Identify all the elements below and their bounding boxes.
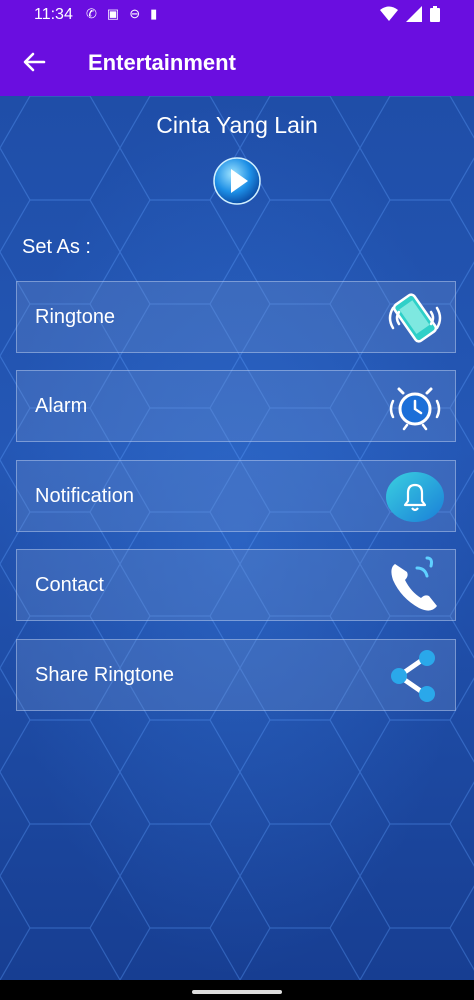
bell-icon: [386, 472, 444, 522]
play-button[interactable]: [212, 156, 262, 206]
app-bar: Entertainment: [0, 30, 474, 96]
phone-call-icon: [391, 556, 437, 611]
share-icon: [391, 650, 435, 702]
navigation-bar: [0, 980, 474, 1000]
battery-icon: [430, 6, 440, 22]
status-time: 11:34: [34, 6, 73, 23]
option-label: Ringtone: [35, 306, 116, 328]
option-label: Notification: [35, 485, 134, 507]
sync-icon: ⊖: [129, 6, 141, 21]
sd-card-icon: ▮: [150, 6, 158, 21]
alarm-clock-icon: [389, 387, 441, 431]
wifi-icon: [380, 6, 398, 21]
set-as-label: Set As :: [22, 236, 91, 258]
vibrating-phone-icon: [388, 293, 442, 343]
main-content: Cinta Yang Lain Set As : Ringtone Alarm: [0, 96, 474, 980]
option-label: Contact: [35, 574, 104, 596]
contact-option[interactable]: Contact: [16, 549, 456, 621]
status-bar: 11:34 ✆ ▣ ⊖ ▮: [0, 0, 474, 30]
app-notification-icon: ▣: [106, 6, 120, 21]
signal-icon: [406, 6, 422, 22]
alarm-option[interactable]: Alarm: [16, 370, 456, 442]
option-label: Share Ringtone: [35, 664, 174, 686]
notification-option[interactable]: Notification: [16, 460, 456, 532]
missed-call-icon: ✆: [86, 6, 97, 21]
home-gesture-handle[interactable]: [192, 990, 282, 994]
back-arrow-icon[interactable]: [18, 46, 50, 78]
option-label: Alarm: [35, 395, 88, 417]
share-ringtone-option[interactable]: Share Ringtone: [16, 639, 456, 711]
status-notification-icons: ✆ ▣ ⊖ ▮: [86, 6, 157, 22]
ringtone-option[interactable]: Ringtone: [16, 281, 456, 353]
page-title: Entertainment: [88, 50, 236, 75]
song-title: Cinta Yang Lain: [156, 112, 318, 138]
hexagon-background: [0, 96, 474, 980]
status-system-icons: [380, 6, 440, 22]
